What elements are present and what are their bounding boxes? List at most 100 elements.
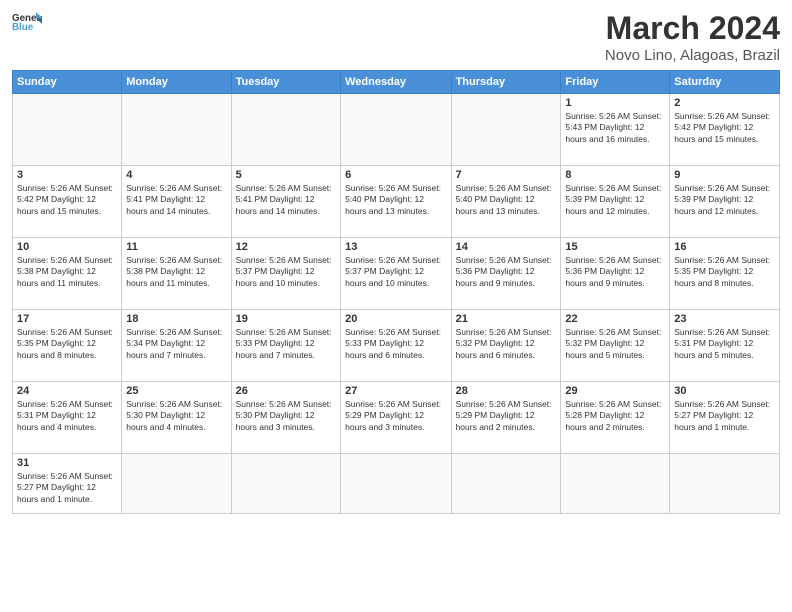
day-number: 2 [674, 97, 775, 109]
day-cell [231, 94, 340, 166]
day-number: 1 [565, 97, 665, 109]
day-info: Sunrise: 5:26 AM Sunset: 5:41 PM Dayligh… [236, 183, 336, 217]
day-info: Sunrise: 5:26 AM Sunset: 5:30 PM Dayligh… [126, 399, 226, 433]
day-cell: 18 Sunrise: 5:26 AM Sunset: 5:34 PM Dayli… [122, 310, 231, 382]
day-info: Sunrise: 5:26 AM Sunset: 5:38 PM Dayligh… [17, 255, 117, 289]
week-row-3: 10Sunrise: 5:26 AM Sunset: 5:38 PM Dayli… [13, 238, 780, 310]
day-number: 12 [236, 241, 336, 253]
day-number: 26 [236, 385, 336, 397]
day-cell: 6Sunrise: 5:26 AM Sunset: 5:40 PM Daylig… [341, 166, 451, 238]
logo-icon: General Blue [12, 10, 42, 32]
day-cell: 31 Sunrise: 5:26 AM Sunset: 5:27 PM Dayli… [13, 454, 122, 514]
day-info: Sunrise: 5:26 AM Sunset: 5:30 PM Dayligh… [236, 399, 336, 433]
col-header-saturday: Saturday [670, 71, 780, 94]
day-cell: 9Sunrise: 5:26 AM Sunset: 5:39 PM Daylig… [670, 166, 780, 238]
month-title: March 2024 [605, 10, 780, 47]
day-cell: 16Sunrise: 5:26 AM Sunset: 5:35 PM Dayli… [670, 238, 780, 310]
day-cell: 7Sunrise: 5:26 AM Sunset: 5:40 PM Daylig… [451, 166, 561, 238]
day-cell: 4Sunrise: 5:26 AM Sunset: 5:41 PM Daylig… [122, 166, 231, 238]
day-number: 16 [674, 241, 775, 253]
day-cell: 1 Sunrise: 5:26 AM Sunset: 5:43 PM Daylig… [561, 94, 670, 166]
day-cell [561, 454, 670, 514]
day-number: 22 [565, 313, 665, 325]
day-cell: 14Sunrise: 5:26 AM Sunset: 5:36 PM Dayli… [451, 238, 561, 310]
col-header-sunday: Sunday [13, 71, 122, 94]
day-cell: 24Sunrise: 5:26 AM Sunset: 5:31 PM Dayli… [13, 382, 122, 454]
day-number: 23 [674, 313, 775, 325]
day-cell [122, 454, 231, 514]
day-number: 19 [236, 313, 336, 325]
day-info: Sunrise: 5:26 AM Sunset: 5:33 PM Dayligh… [345, 327, 446, 361]
col-header-wednesday: Wednesday [341, 71, 451, 94]
day-cell [231, 454, 340, 514]
day-cell: 13 Sunrise: 5:26 AM Sunset: 5:37 PM Dayli… [341, 238, 451, 310]
day-cell: 15 Sunrise: 5:26 AM Sunset: 5:36 PM Dayli… [561, 238, 670, 310]
day-number: 5 [236, 169, 336, 181]
day-cell: 26 Sunrise: 5:26 AM Sunset: 5:30 PM Dayli… [231, 382, 340, 454]
day-info: Sunrise: 5:26 AM Sunset: 5:42 PM Dayligh… [17, 183, 117, 217]
day-cell: 11Sunrise: 5:26 AM Sunset: 5:38 PM Dayli… [122, 238, 231, 310]
day-number: 30 [674, 385, 775, 397]
day-number: 28 [456, 385, 557, 397]
day-info: Sunrise: 5:26 AM Sunset: 5:40 PM Dayligh… [456, 183, 557, 217]
day-number: 6 [345, 169, 446, 181]
col-header-friday: Friday [561, 71, 670, 94]
day-cell [122, 94, 231, 166]
col-header-monday: Monday [122, 71, 231, 94]
day-cell: 20 Sunrise: 5:26 AM Sunset: 5:33 PM Dayli… [341, 310, 451, 382]
day-cell: 21Sunrise: 5:26 AM Sunset: 5:32 PM Dayli… [451, 310, 561, 382]
day-cell [341, 94, 451, 166]
day-info: Sunrise: 5:26 AM Sunset: 5:27 PM Dayligh… [17, 471, 117, 505]
day-number: 18 [126, 313, 226, 325]
day-info: Sunrise: 5:26 AM Sunset: 5:27 PM Dayligh… [674, 399, 775, 433]
day-info: Sunrise: 5:26 AM Sunset: 5:38 PM Dayligh… [126, 255, 226, 289]
day-info: Sunrise: 5:26 AM Sunset: 5:32 PM Dayligh… [565, 327, 665, 361]
title-block: March 2024 Novo Lino, Alagoas, Brazil [605, 10, 780, 64]
day-cell [341, 454, 451, 514]
day-info: Sunrise: 5:26 AM Sunset: 5:43 PM Dayligh… [565, 111, 665, 145]
day-info: Sunrise: 5:26 AM Sunset: 5:34 PM Dayligh… [126, 327, 226, 361]
day-info: Sunrise: 5:26 AM Sunset: 5:31 PM Dayligh… [674, 327, 775, 361]
week-row-1: 1 Sunrise: 5:26 AM Sunset: 5:43 PM Daylig… [13, 94, 780, 166]
day-number: 24 [17, 385, 117, 397]
header-row: SundayMondayTuesdayWednesdayThursdayFrid… [13, 71, 780, 94]
day-cell: 25 Sunrise: 5:26 AM Sunset: 5:30 PM Dayli… [122, 382, 231, 454]
day-info: Sunrise: 5:26 AM Sunset: 5:39 PM Dayligh… [674, 183, 775, 217]
calendar-table: SundayMondayTuesdayWednesdayThursdayFrid… [12, 70, 780, 514]
day-info: Sunrise: 5:26 AM Sunset: 5:41 PM Dayligh… [126, 183, 226, 217]
header: General Blue March 2024 Novo Lino, Alago… [12, 10, 780, 64]
week-row-5: 24Sunrise: 5:26 AM Sunset: 5:31 PM Dayli… [13, 382, 780, 454]
day-number: 20 [345, 313, 446, 325]
day-cell: 30 Sunrise: 5:26 AM Sunset: 5:27 PM Dayli… [670, 382, 780, 454]
page: General Blue March 2024 Novo Lino, Alago… [0, 0, 792, 612]
day-number: 29 [565, 385, 665, 397]
day-number: 14 [456, 241, 557, 253]
day-number: 17 [17, 313, 117, 325]
subtitle: Novo Lino, Alagoas, Brazil [605, 47, 780, 64]
day-cell [13, 94, 122, 166]
day-cell: 19 Sunrise: 5:26 AM Sunset: 5:33 PM Dayli… [231, 310, 340, 382]
day-cell [451, 454, 561, 514]
day-cell: 5 Sunrise: 5:26 AM Sunset: 5:41 PM Daylig… [231, 166, 340, 238]
day-number: 8 [565, 169, 665, 181]
week-row-2: 3Sunrise: 5:26 AM Sunset: 5:42 PM Daylig… [13, 166, 780, 238]
day-cell: 2Sunrise: 5:26 AM Sunset: 5:42 PM Daylig… [670, 94, 780, 166]
day-number: 13 [345, 241, 446, 253]
day-info: Sunrise: 5:26 AM Sunset: 5:29 PM Dayligh… [456, 399, 557, 433]
day-info: Sunrise: 5:26 AM Sunset: 5:29 PM Dayligh… [345, 399, 446, 433]
day-number: 15 [565, 241, 665, 253]
day-info: Sunrise: 5:26 AM Sunset: 5:37 PM Dayligh… [345, 255, 446, 289]
week-row-4: 17Sunrise: 5:26 AM Sunset: 5:35 PM Dayli… [13, 310, 780, 382]
day-info: Sunrise: 5:26 AM Sunset: 5:37 PM Dayligh… [236, 255, 336, 289]
day-cell: 17Sunrise: 5:26 AM Sunset: 5:35 PM Dayli… [13, 310, 122, 382]
day-number: 31 [17, 457, 117, 469]
day-cell: 22 Sunrise: 5:26 AM Sunset: 5:32 PM Dayli… [561, 310, 670, 382]
day-cell: 27 Sunrise: 5:26 AM Sunset: 5:29 PM Dayli… [341, 382, 451, 454]
day-cell: 3Sunrise: 5:26 AM Sunset: 5:42 PM Daylig… [13, 166, 122, 238]
day-cell: 23 Sunrise: 5:26 AM Sunset: 5:31 PM Dayli… [670, 310, 780, 382]
day-number: 25 [126, 385, 226, 397]
day-info: Sunrise: 5:26 AM Sunset: 5:33 PM Dayligh… [236, 327, 336, 361]
day-info: Sunrise: 5:26 AM Sunset: 5:36 PM Dayligh… [565, 255, 665, 289]
day-number: 21 [456, 313, 557, 325]
day-number: 27 [345, 385, 446, 397]
